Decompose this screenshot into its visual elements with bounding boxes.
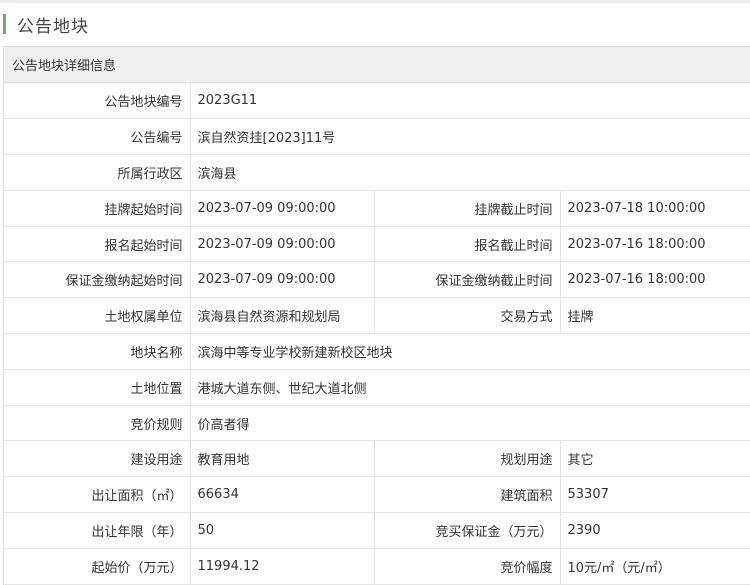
land-owner-value: 滨海县自然资源和规划局 [190, 297, 375, 335]
location-label: 土地位置 [4, 369, 191, 406]
notice-code-label: 公告编号 [4, 118, 191, 156]
row-registration-time: 报名起始时间 2023-07-09 09:00:00 报名截止时间 2023-0… [4, 226, 750, 263]
detail-table: 公告地块编号 2023G11 公告编号 滨自然资挂[2023]11号 所属行政区… [4, 83, 750, 585]
building-area-label: 建筑面积 [374, 476, 561, 514]
parcel-name-label: 地块名称 [4, 333, 191, 370]
bid-rule-value: 价高者得 [190, 405, 750, 442]
registration-start-label: 报名起始时间 [4, 226, 191, 263]
trade-method-value: 挂牌 [560, 297, 750, 335]
detail-panel: 公告地块详细信息 公告地块编号 2023G11 公告编号 滨自然资挂[2023]… [3, 46, 750, 585]
land-owner-label: 土地权属单位 [4, 297, 191, 335]
start-price-label: 起始价（万元） [4, 548, 191, 585]
term-years-label: 出让年限（年） [4, 512, 191, 549]
bid-deposit-label: 竞买保证金（万元） [374, 512, 561, 549]
row-deposit-time: 保证金缴纳起始时间 2023-07-09 09:00:00 保证金缴纳截止时间 … [4, 261, 750, 299]
trade-method-label: 交易方式 [374, 297, 561, 335]
registration-end-value: 2023-07-16 18:00:00 [560, 226, 750, 263]
parcel-code-value: 2023G11 [190, 83, 750, 120]
deposit-start-label: 保证金缴纳起始时间 [4, 261, 191, 299]
row-notice-code: 公告编号 滨自然资挂[2023]11号 [4, 118, 750, 156]
bid-increment-label: 竞价幅度 [374, 548, 561, 585]
row-area: 出让面积（㎡） 66634 建筑面积 53307 [4, 476, 750, 514]
construction-use-value: 教育用地 [190, 440, 375, 478]
construction-use-label: 建设用途 [4, 440, 191, 478]
row-term: 出让年限（年） 50 竞买保证金（万元） 2390 [4, 512, 750, 549]
panel-header: 公告地块详细信息 [4, 47, 750, 83]
row-price: 起始价（万元） 11994.12 竞价幅度 10元/㎡（元/㎡） [4, 548, 750, 585]
deposit-end-label: 保证金缴纳截止时间 [374, 261, 561, 299]
title-accent-bar [3, 14, 6, 34]
planned-use-label: 规划用途 [374, 440, 561, 478]
top-divider [0, 0, 750, 3]
bid-deposit-value: 2390 [560, 512, 750, 549]
district-value: 滨海县 [190, 154, 750, 191]
start-price-value: 11994.12 [190, 548, 375, 585]
transfer-area-label: 出让面积（㎡） [4, 476, 191, 514]
term-years-value: 50 [190, 512, 375, 549]
row-parcel-name: 地块名称 滨海中等专业学校新建新校区地块 [4, 333, 750, 370]
row-parcel-code: 公告地块编号 2023G11 [4, 83, 750, 120]
bid-rule-label: 竞价规则 [4, 405, 191, 442]
listing-start-value: 2023-07-09 09:00:00 [190, 190, 375, 227]
building-area-value: 53307 [560, 476, 750, 514]
planned-use-value: 其它 [560, 440, 750, 478]
parcel-code-label: 公告地块编号 [4, 83, 191, 120]
registration-start-value: 2023-07-09 09:00:00 [190, 226, 375, 263]
notice-code-value: 滨自然资挂[2023]11号 [190, 118, 750, 156]
listing-end-label: 挂牌截止时间 [374, 190, 561, 227]
row-district: 所属行政区 滨海县 [4, 154, 750, 191]
transfer-area-value: 66634 [190, 476, 375, 514]
location-value: 港城大道东侧、世纪大道北侧 [190, 369, 750, 406]
row-usage: 建设用途 教育用地 规划用途 其它 [4, 440, 750, 478]
row-location: 土地位置 港城大道东侧、世纪大道北侧 [4, 369, 750, 406]
deposit-start-value: 2023-07-09 09:00:00 [190, 261, 375, 299]
row-listing-time: 挂牌起始时间 2023-07-09 09:00:00 挂牌截止时间 2023-0… [4, 190, 750, 227]
parcel-name-value: 滨海中等专业学校新建新校区地块 [190, 333, 750, 370]
page-header: 公告地块 [0, 8, 750, 40]
row-owner: 土地权属单位 滨海县自然资源和规划局 交易方式 挂牌 [4, 297, 750, 335]
deposit-end-value: 2023-07-16 18:00:00 [560, 261, 750, 299]
page-title: 公告地块 [17, 16, 89, 37]
listing-end-value: 2023-07-18 10:00:00 [560, 190, 750, 227]
row-bid-rule: 竞价规则 价高者得 [4, 405, 750, 442]
bid-increment-value: 10元/㎡（元/㎡） [560, 548, 750, 585]
listing-start-label: 挂牌起始时间 [4, 190, 191, 227]
district-label: 所属行政区 [4, 154, 191, 191]
registration-end-label: 报名截止时间 [374, 226, 561, 263]
